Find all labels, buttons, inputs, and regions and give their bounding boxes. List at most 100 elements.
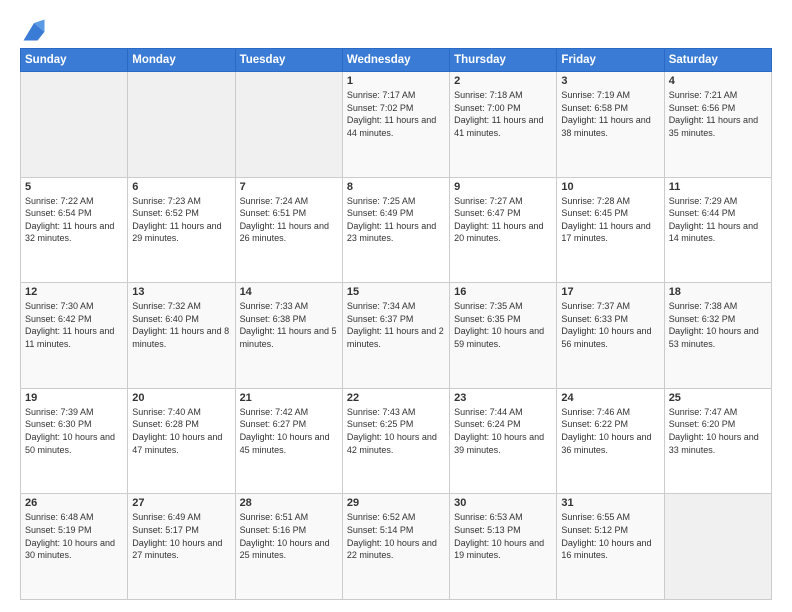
calendar-cell: 10 Sunrise: 7:28 AMSunset: 6:45 PMDayligh… — [557, 177, 664, 283]
day-info: Sunrise: 7:40 AMSunset: 6:28 PMDaylight:… — [132, 406, 230, 456]
day-number: 11 — [669, 181, 767, 193]
calendar-cell: 12Sunrise: 7:30 AMSunset: 6:42 PMDayligh… — [21, 283, 128, 389]
day-number: 22 — [347, 392, 445, 404]
day-info: Sunrise: 6:53 AMSunset: 5:13 PMDaylight:… — [454, 511, 552, 561]
calendar-cell: 7 Sunrise: 7:24 AMSunset: 6:51 PMDaylight… — [235, 177, 342, 283]
calendar-cell: 11 Sunrise: 7:29 AMSunset: 6:44 PMDayligh… — [664, 177, 771, 283]
calendar-day-header: Sunday — [21, 49, 128, 72]
calendar-cell: 14Sunrise: 7:33 AMSunset: 6:38 PMDayligh… — [235, 283, 342, 389]
day-info: Sunrise: 7:47 AMSunset: 6:20 PMDaylight:… — [669, 406, 767, 456]
calendar-cell: 20 Sunrise: 7:40 AMSunset: 6:28 PMDayligh… — [128, 388, 235, 494]
day-info: Sunrise: 7:33 AMSunset: 6:38 PMDaylight:… — [240, 300, 338, 350]
calendar-day-header: Thursday — [450, 49, 557, 72]
calendar-cell — [128, 72, 235, 178]
day-number: 13 — [132, 286, 230, 298]
day-number: 3 — [561, 75, 659, 87]
calendar-cell: 18 Sunrise: 7:38 AMSunset: 6:32 PMDayligh… — [664, 283, 771, 389]
day-info: Sunrise: 7:35 AMSunset: 6:35 PMDaylight:… — [454, 300, 552, 350]
day-number: 18 — [669, 286, 767, 298]
calendar-day-header: Wednesday — [342, 49, 449, 72]
calendar-cell: 30 Sunrise: 6:53 AMSunset: 5:13 PMDayligh… — [450, 494, 557, 600]
day-info: Sunrise: 7:29 AMSunset: 6:44 PMDaylight:… — [669, 195, 767, 245]
calendar-cell: 28 Sunrise: 6:51 AMSunset: 5:16 PMDayligh… — [235, 494, 342, 600]
day-info: Sunrise: 7:30 AMSunset: 6:42 PMDaylight:… — [25, 300, 123, 350]
day-info: Sunrise: 6:52 AMSunset: 5:14 PMDaylight:… — [347, 511, 445, 561]
calendar-week-row: 1 Sunrise: 7:17 AMSunset: 7:02 PMDaylight… — [21, 72, 772, 178]
calendar-cell: 27Sunrise: 6:49 AMSunset: 5:17 PMDayligh… — [128, 494, 235, 600]
day-info: Sunrise: 6:48 AMSunset: 5:19 PMDaylight:… — [25, 511, 123, 561]
day-number: 15 — [347, 286, 445, 298]
calendar-week-row: 19 Sunrise: 7:39 AMSunset: 6:30 PMDayligh… — [21, 388, 772, 494]
day-info: Sunrise: 6:49 AMSunset: 5:17 PMDaylight:… — [132, 511, 230, 561]
calendar-week-row: 5 Sunrise: 7:22 AMSunset: 6:54 PMDaylight… — [21, 177, 772, 283]
day-info: Sunrise: 7:21 AMSunset: 6:56 PMDaylight:… — [669, 89, 767, 139]
logo — [20, 16, 52, 44]
day-number: 17 — [561, 286, 659, 298]
day-number: 26 — [25, 497, 123, 509]
day-info: Sunrise: 7:46 AMSunset: 6:22 PMDaylight:… — [561, 406, 659, 456]
calendar-cell: 23 Sunrise: 7:44 AMSunset: 6:24 PMDayligh… — [450, 388, 557, 494]
day-number: 10 — [561, 181, 659, 193]
day-info: Sunrise: 7:28 AMSunset: 6:45 PMDaylight:… — [561, 195, 659, 245]
day-number: 8 — [347, 181, 445, 193]
day-number: 30 — [454, 497, 552, 509]
calendar-cell: 3Sunrise: 7:19 AMSunset: 6:58 PMDaylight… — [557, 72, 664, 178]
day-number: 28 — [240, 497, 338, 509]
day-number: 25 — [669, 392, 767, 404]
calendar-cell — [235, 72, 342, 178]
calendar-cell: 24 Sunrise: 7:46 AMSunset: 6:22 PMDayligh… — [557, 388, 664, 494]
day-info: Sunrise: 7:44 AMSunset: 6:24 PMDaylight:… — [454, 406, 552, 456]
day-number: 24 — [561, 392, 659, 404]
calendar-day-header: Tuesday — [235, 49, 342, 72]
day-info: Sunrise: 6:55 AMSunset: 5:12 PMDaylight:… — [561, 511, 659, 561]
calendar-cell: 25 Sunrise: 7:47 AMSunset: 6:20 PMDayligh… — [664, 388, 771, 494]
day-number: 19 — [25, 392, 123, 404]
day-info: Sunrise: 6:51 AMSunset: 5:16 PMDaylight:… — [240, 511, 338, 561]
day-info: Sunrise: 7:38 AMSunset: 6:32 PMDaylight:… — [669, 300, 767, 350]
day-number: 23 — [454, 392, 552, 404]
day-info: Sunrise: 7:24 AMSunset: 6:51 PMDaylight:… — [240, 195, 338, 245]
day-info: Sunrise: 7:34 AMSunset: 6:37 PMDaylight:… — [347, 300, 445, 350]
calendar-cell: 17 Sunrise: 7:37 AMSunset: 6:33 PMDayligh… — [557, 283, 664, 389]
day-info: Sunrise: 7:39 AMSunset: 6:30 PMDaylight:… — [25, 406, 123, 456]
day-info: Sunrise: 7:42 AMSunset: 6:27 PMDaylight:… — [240, 406, 338, 456]
calendar-cell: 5 Sunrise: 7:22 AMSunset: 6:54 PMDaylight… — [21, 177, 128, 283]
day-number: 5 — [25, 181, 123, 193]
calendar-cell: 22 Sunrise: 7:43 AMSunset: 6:25 PMDayligh… — [342, 388, 449, 494]
calendar-cell: 16Sunrise: 7:35 AMSunset: 6:35 PMDayligh… — [450, 283, 557, 389]
logo-icon — [20, 16, 48, 44]
calendar-week-row: 12Sunrise: 7:30 AMSunset: 6:42 PMDayligh… — [21, 283, 772, 389]
day-info: Sunrise: 7:37 AMSunset: 6:33 PMDaylight:… — [561, 300, 659, 350]
day-number: 29 — [347, 497, 445, 509]
calendar-cell: 1 Sunrise: 7:17 AMSunset: 7:02 PMDaylight… — [342, 72, 449, 178]
calendar-table: SundayMondayTuesdayWednesdayThursdayFrid… — [20, 48, 772, 600]
calendar-cell: 8 Sunrise: 7:25 AMSunset: 6:49 PMDaylight… — [342, 177, 449, 283]
day-number: 4 — [669, 75, 767, 87]
calendar-cell: 31 Sunrise: 6:55 AMSunset: 5:12 PMDayligh… — [557, 494, 664, 600]
day-number: 2 — [454, 75, 552, 87]
day-info: Sunrise: 7:23 AMSunset: 6:52 PMDaylight:… — [132, 195, 230, 245]
day-number: 21 — [240, 392, 338, 404]
day-info: Sunrise: 7:18 AMSunset: 7:00 PMDaylight:… — [454, 89, 552, 139]
calendar-cell: 15 Sunrise: 7:34 AMSunset: 6:37 PMDayligh… — [342, 283, 449, 389]
calendar-cell: 21 Sunrise: 7:42 AMSunset: 6:27 PMDayligh… — [235, 388, 342, 494]
calendar-cell: 4 Sunrise: 7:21 AMSunset: 6:56 PMDaylight… — [664, 72, 771, 178]
day-info: Sunrise: 7:17 AMSunset: 7:02 PMDaylight:… — [347, 89, 445, 139]
day-number: 20 — [132, 392, 230, 404]
calendar-day-header: Monday — [128, 49, 235, 72]
day-number: 31 — [561, 497, 659, 509]
day-number: 6 — [132, 181, 230, 193]
day-info: Sunrise: 7:43 AMSunset: 6:25 PMDaylight:… — [347, 406, 445, 456]
day-number: 7 — [240, 181, 338, 193]
calendar-cell: 9Sunrise: 7:27 AMSunset: 6:47 PMDaylight… — [450, 177, 557, 283]
calendar-day-header: Saturday — [664, 49, 771, 72]
calendar-cell — [21, 72, 128, 178]
calendar-cell: 6 Sunrise: 7:23 AMSunset: 6:52 PMDaylight… — [128, 177, 235, 283]
calendar-header-row: SundayMondayTuesdayWednesdayThursdayFrid… — [21, 49, 772, 72]
calendar-cell: 2 Sunrise: 7:18 AMSunset: 7:00 PMDaylight… — [450, 72, 557, 178]
day-info: Sunrise: 7:22 AMSunset: 6:54 PMDaylight:… — [25, 195, 123, 245]
day-number: 9 — [454, 181, 552, 193]
day-number: 1 — [347, 75, 445, 87]
day-info: Sunrise: 7:25 AMSunset: 6:49 PMDaylight:… — [347, 195, 445, 245]
day-info: Sunrise: 7:32 AMSunset: 6:40 PMDaylight:… — [132, 300, 230, 350]
